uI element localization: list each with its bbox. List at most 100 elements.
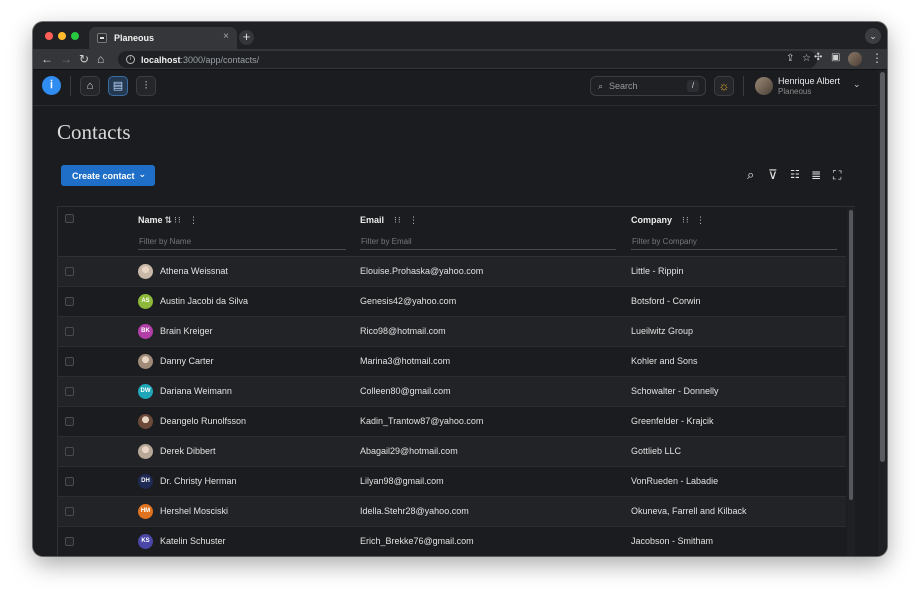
table-row[interactable]: AS Austin Jacobi da Silva Genesis42@yahoo.… <box>58 287 846 317</box>
table-header: Name⇅ ⁝⁝ ⋮ Email ⁝⁝ ⋮ Company ⁝⁝ ⋮ <box>58 207 846 257</box>
columns-icon[interactable]: ☷ <box>790 168 800 182</box>
row-checkbox[interactable] <box>65 267 74 276</box>
site-info-icon[interactable]: i <box>126 55 135 64</box>
user-org: Planeous <box>778 87 812 96</box>
table-row[interactable]: DH Dr. Christy Herman Lilyan98@gmail.com Vo… <box>58 467 846 497</box>
table-row[interactable]: Athena Weissnat Elouise.Prohaska@yahoo.co… <box>58 257 846 287</box>
filter-company-input[interactable] <box>631 234 837 250</box>
side-panel-icon[interactable]: ▣ <box>831 52 840 63</box>
browser-tab[interactable]: Planeous × <box>89 27 237 49</box>
column-header-company[interactable]: Company <box>631 215 672 225</box>
settings-sliders-button[interactable]: ⫶ <box>136 76 156 96</box>
table-row[interactable]: KS Katelin Schuster Erich_Brekke76@gmail.c… <box>58 527 846 556</box>
row-checkbox[interactable] <box>65 327 74 336</box>
global-search-input[interactable]: ⌕ Search / <box>590 76 706 96</box>
select-all-checkbox[interactable] <box>65 214 74 223</box>
cell-email: Idella.Stehr28@yahoo.com <box>360 506 469 516</box>
cell-company: VonRueden - Labadie <box>631 476 719 486</box>
drag-handle-icon[interactable]: ⁝⁝ <box>394 215 402 226</box>
row-checkbox[interactable] <box>65 537 74 546</box>
cell-email: Erich_Brekke76@gmail.com <box>360 536 474 546</box>
table-row[interactable]: Deangelo Runolfsson Kadin_Trantow87@yahoo… <box>58 407 846 437</box>
app-root: Ꭵ ⌂ ▤ ⫶ ⌕ Search / ☼ Henrique Albert Pla… <box>33 70 887 556</box>
avatar <box>138 354 153 369</box>
table-scrollbar-thumb[interactable] <box>849 210 853 500</box>
row-checkbox[interactable] <box>65 417 74 426</box>
maximize-window-button[interactable] <box>71 32 79 40</box>
filter-name-input[interactable] <box>138 234 346 250</box>
row-checkbox[interactable] <box>65 297 74 306</box>
home-nav-button[interactable]: ⌂ <box>80 76 100 96</box>
filter-email-input[interactable] <box>360 234 616 250</box>
table-scrollbar[interactable] <box>847 207 855 556</box>
page-scrollbar[interactable] <box>878 70 887 556</box>
user-avatar[interactable] <box>755 77 773 95</box>
app-logo[interactable]: Ꭵ <box>42 76 61 95</box>
column-menu-icon[interactable]: ⋮ <box>409 215 419 226</box>
cell-company: Jacobson - Smitham <box>631 536 714 546</box>
user-menu-chevron-icon[interactable]: ⌄ <box>853 79 861 90</box>
reload-icon[interactable]: ↻ <box>79 51 89 67</box>
back-icon[interactable]: ← <box>41 51 53 67</box>
column-menu-icon[interactable]: ⋮ <box>189 215 199 226</box>
drag-handle-icon[interactable]: ⁝⁝ <box>174 215 182 226</box>
table-row[interactable]: DW Dariana Weimann Colleen80@gmail.com Scho… <box>58 377 846 407</box>
row-checkbox[interactable] <box>65 447 74 456</box>
row-checkbox[interactable] <box>65 507 74 516</box>
drag-handle-icon[interactable]: ⁝⁝ <box>682 215 690 226</box>
table-row[interactable]: Derek Dibbert Abagail29@hotmail.com Gottli… <box>58 437 846 467</box>
tab-search-button[interactable]: ⌄ <box>865 28 881 44</box>
home-icon[interactable]: ⌂ <box>97 51 104 67</box>
cell-name: Katelin Schuster <box>160 536 226 546</box>
avatar: AS <box>138 294 153 309</box>
table-row[interactable]: HM Hershel Mosciski Idella.Stehr28@yahoo.c… <box>58 497 846 527</box>
page-scrollbar-thumb[interactable] <box>880 72 885 462</box>
cell-name: Hershel Mosciski <box>160 506 229 516</box>
browser-menu-icon[interactable]: ⋮ <box>871 51 883 65</box>
column-header-name[interactable]: Name ⇅ <box>138 215 172 226</box>
fullscreen-icon[interactable]: ⛶ <box>833 168 841 182</box>
cell-name: Dariana Weimann <box>160 386 232 396</box>
browser-toolbar: ← → ↻ ⌂ i localhost:3000/app/contacts/ ⇪… <box>33 49 887 70</box>
extensions-puzzle-icon[interactable]: ✣ <box>814 52 822 63</box>
table-row[interactable]: BK Brain Kreiger Rico98@hotmail.com Lueilwi… <box>58 317 846 347</box>
row-checkbox[interactable] <box>65 477 74 486</box>
search-icon[interactable]: ⌕ <box>747 168 754 182</box>
cell-email: Rico98@hotmail.com <box>360 326 446 336</box>
avatar <box>138 264 153 279</box>
cell-name: Derek Dibbert <box>160 446 216 456</box>
cell-email: Elouise.Prohaska@yahoo.com <box>360 266 484 276</box>
row-checkbox[interactable] <box>65 387 74 396</box>
sort-icon[interactable]: ⇅ <box>165 215 173 225</box>
create-contact-label: Create contact <box>72 170 135 181</box>
table-row[interactable]: Danny Carter Marina3@hotmail.com Kohler an… <box>58 347 846 377</box>
tab-close-icon[interactable]: × <box>223 31 229 42</box>
bookmark-star-icon[interactable]: ☆ <box>802 53 811 64</box>
column-menu-icon[interactable]: ⋮ <box>696 215 706 226</box>
forward-icon[interactable]: → <box>60 51 72 67</box>
address-bar[interactable]: i localhost:3000/app/contacts/ ⇪ ☆ <box>118 51 817 68</box>
cell-company: Kohler and Sons <box>631 356 698 366</box>
cell-name: Dr. Christy Herman <box>160 476 237 486</box>
create-contact-button[interactable]: Create contact ⌄ <box>61 165 155 186</box>
browser-profile-avatar[interactable] <box>848 52 862 66</box>
new-tab-button[interactable]: + <box>239 30 254 45</box>
cell-email: Colleen80@gmail.com <box>360 386 451 396</box>
theme-toggle-sun-icon[interactable]: ☼ <box>714 76 734 96</box>
header-divider <box>70 76 71 96</box>
tab-title: Planeous <box>114 33 155 43</box>
column-header-email[interactable]: Email <box>360 215 384 225</box>
clear-filter-icon[interactable]: ⊽ <box>768 168 778 182</box>
avatar: HM <box>138 504 153 519</box>
contacts-nav-button[interactable]: ▤ <box>108 76 128 96</box>
row-checkbox[interactable] <box>65 357 74 366</box>
minimize-window-button[interactable] <box>58 32 66 40</box>
chevron-down-icon[interactable]: ⌄ <box>138 169 146 180</box>
share-icon[interactable]: ⇪ <box>786 53 794 64</box>
density-icon[interactable]: ≣ <box>811 168 821 182</box>
cell-name: Athena Weissnat <box>160 266 228 276</box>
cell-name: Danny Carter <box>160 356 214 366</box>
close-window-button[interactable] <box>45 32 53 40</box>
cell-company: Lueilwitz Group <box>631 326 694 336</box>
user-name[interactable]: Henrique Albert <box>778 76 840 86</box>
